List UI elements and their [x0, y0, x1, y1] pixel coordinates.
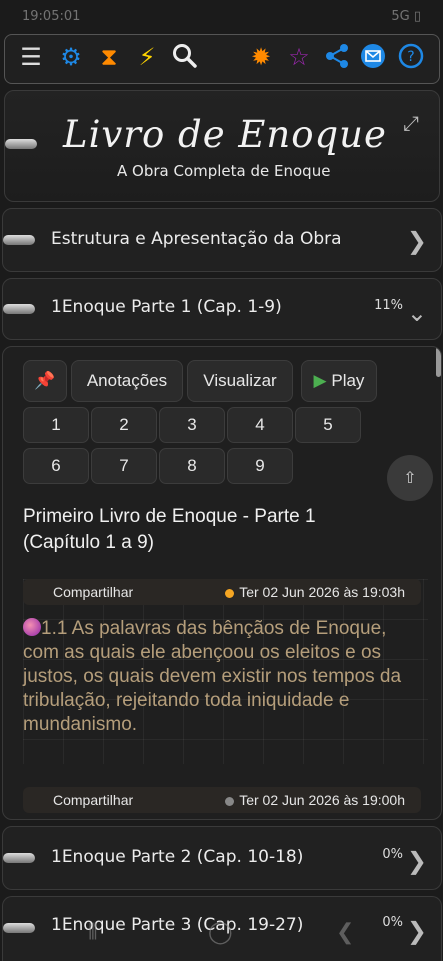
chapter-2[interactable]: 2 — [91, 407, 157, 443]
section-label: 1Enoque Parte 2 (Cap. 10-18) — [51, 847, 304, 867]
gem-icon — [23, 618, 41, 636]
status-icons: 5G ▯ — [391, 9, 421, 24]
progress-percent: 11% — [374, 298, 403, 313]
chapter-1[interactable]: 1 — [23, 407, 89, 443]
verse-text: 1.1 As palavras das bênçãos de Enoque, c… — [23, 617, 413, 737]
verse-date: Ter 02 Jun 2026 às 19:03h — [225, 579, 405, 605]
chevron-right-icon: ❯ — [406, 847, 427, 875]
mail-icon[interactable] — [359, 43, 387, 71]
section-label: 1Enoque Parte 1 (Cap. 1-9) — [51, 297, 282, 317]
notes-button[interactable]: Anotações — [71, 360, 183, 402]
sun-icon[interactable]: ✹ — [247, 43, 275, 71]
view-button[interactable]: Visualizar — [187, 360, 293, 402]
hinge-ornament — [5, 139, 37, 149]
system-nav-bar: ⦀ ◯ ❮ — [0, 908, 443, 960]
chapter-6[interactable]: 6 — [23, 448, 89, 484]
pin-button[interactable]: 📌 — [23, 360, 67, 402]
scroll-up-button[interactable]: ⇧ — [387, 455, 433, 501]
section-part-1[interactable]: 1Enoque Parte 1 (Cap. 1-9) 11% ⌄ — [2, 278, 442, 340]
search-icon[interactable] — [171, 43, 199, 71]
status-dot — [225, 796, 235, 806]
app-title: Livro de Enoque — [63, 113, 387, 156]
status-time: 19:05:01 — [22, 9, 81, 24]
share-link[interactable]: Compartilhar — [53, 579, 133, 605]
chapter-3[interactable]: 3 — [159, 407, 225, 443]
chapter-7[interactable]: 7 — [91, 448, 157, 484]
scrollbar[interactable] — [436, 347, 441, 377]
help-icon[interactable]: ? — [397, 43, 425, 71]
home-icon[interactable]: ◯ — [208, 920, 233, 945]
hinge-ornament — [3, 853, 35, 863]
status-dot — [225, 588, 235, 598]
recents-icon[interactable]: ⦀ — [88, 920, 98, 945]
chevron-down-icon: ⌄ — [406, 299, 427, 327]
lightning-icon[interactable]: ⚡ — [133, 43, 161, 71]
app-subtitle: A Obra Completa de Enoque — [117, 162, 331, 180]
star-icon[interactable]: ☆ — [285, 43, 313, 71]
chapter-8[interactable]: 8 — [159, 448, 225, 484]
menu-icon[interactable]: ☰ — [17, 43, 45, 71]
chapter-title: Primeiro Livro de Enoque - Parte 1 (Capí… — [23, 506, 316, 553]
hourglass-icon[interactable]: ⧗ — [95, 43, 123, 71]
play-icon: ▶ — [313, 371, 327, 390]
verse-body: 1.1 As palavras das bênçãos de Enoque, c… — [23, 618, 402, 735]
share-icon[interactable] — [323, 43, 351, 71]
chevron-right-icon: ❯ — [406, 227, 427, 255]
verse-date: Ter 02 Jun 2026 às 19:00h — [225, 787, 405, 813]
date-text: Ter 02 Jun 2026 às 19:03h — [239, 584, 405, 600]
verse-meta-bottom: Compartilhar Ter 02 Jun 2026 às 19:00h — [23, 787, 421, 813]
chapter-panel: 📌 Anotações Visualizar ▶ Play 1 2 3 4 5 … — [2, 346, 442, 820]
play-button[interactable]: ▶ Play — [301, 360, 377, 402]
top-toolbar: ☰ ⚙ ⧗ ⚡ ✹ ☆ ? — [4, 34, 440, 84]
chapter-5[interactable]: 5 — [295, 407, 361, 443]
date-text: Ter 02 Jun 2026 às 19:00h — [239, 792, 405, 808]
fullscreen-icon[interactable]: ⤢ — [403, 111, 419, 135]
chapter-9[interactable]: 9 — [227, 448, 293, 484]
back-icon[interactable]: ❮ — [336, 920, 354, 945]
svg-text:?: ? — [407, 49, 414, 65]
section-structure[interactable]: Estrutura e Apresentação da Obra ❯ — [2, 208, 442, 272]
chapter-4[interactable]: 4 — [227, 407, 293, 443]
hinge-ornament — [3, 235, 35, 245]
section-part-2[interactable]: 1Enoque Parte 2 (Cap. 10-18) 0% ❯ — [2, 826, 442, 890]
verse-meta-top: Compartilhar Ter 02 Jun 2026 às 19:03h — [23, 579, 421, 605]
progress-percent: 0% — [382, 847, 403, 862]
gear-icon[interactable]: ⚙ — [57, 43, 85, 71]
hinge-ornament — [3, 304, 35, 314]
play-label: Play — [331, 371, 365, 390]
app-header: Livro de Enoque A Obra Completa de Enoqu… — [4, 90, 440, 202]
share-link[interactable]: Compartilhar — [53, 787, 133, 813]
section-label: Estrutura e Apresentação da Obra — [51, 229, 342, 249]
status-bar: 19:05:01 5G ▯ — [0, 0, 443, 34]
